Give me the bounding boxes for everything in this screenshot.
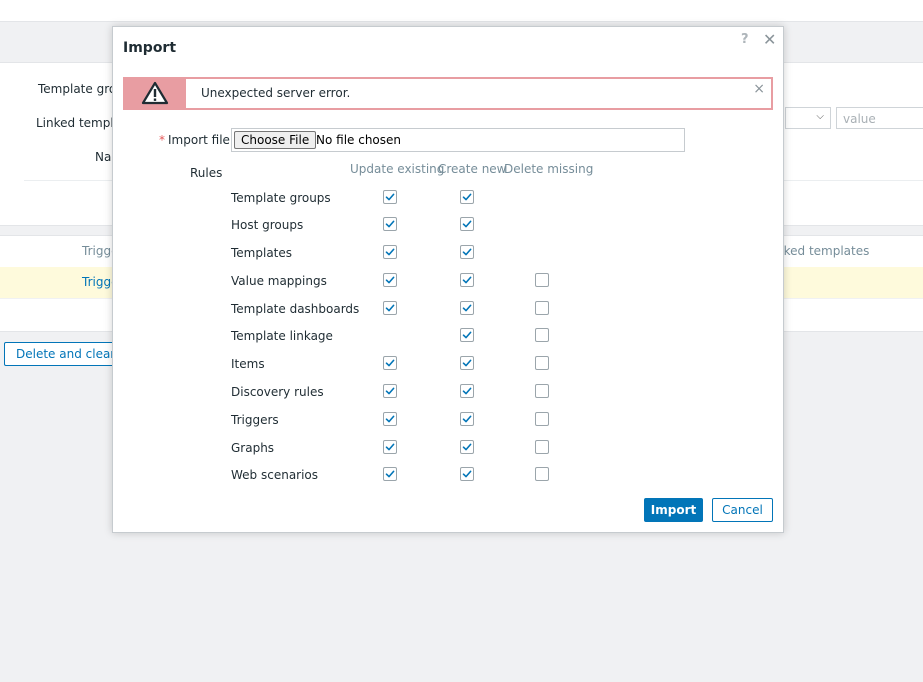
checkbox-update[interactable] xyxy=(383,440,397,454)
column-header-linked-templates: nked templates xyxy=(776,244,870,258)
checkbox-delete[interactable] xyxy=(535,301,549,315)
checkbox-delete[interactable] xyxy=(535,273,549,287)
checkbox-delete[interactable] xyxy=(535,356,549,370)
rule-name: Template groups xyxy=(231,191,331,205)
rule-name: Web scenarios xyxy=(231,468,319,482)
import-file-label-text: Import file xyxy=(168,133,230,147)
checkbox-create[interactable] xyxy=(460,217,474,231)
cancel-button[interactable]: Cancel xyxy=(712,498,773,522)
delete-and-clear-button[interactable]: Delete and clear xyxy=(4,342,128,366)
checkbox-delete[interactable] xyxy=(535,412,549,426)
filter-label-template-groups: Template grou xyxy=(38,82,124,96)
rule-name: Discovery rules xyxy=(231,385,324,399)
file-status-text: No file chosen xyxy=(316,133,402,147)
checkbox-update[interactable] xyxy=(383,245,397,259)
rule-name: Templates xyxy=(231,246,293,260)
tag-value-input[interactable]: value xyxy=(836,107,923,129)
rule-name: Template linkage xyxy=(231,329,333,343)
rule-name: Triggers xyxy=(231,413,279,427)
checkbox-delete[interactable] xyxy=(535,328,549,342)
checkbox-delete[interactable] xyxy=(535,467,549,481)
checkbox-create[interactable] xyxy=(460,245,474,259)
checkbox-update[interactable] xyxy=(383,301,397,315)
checkbox-create[interactable] xyxy=(460,356,474,370)
checkbox-create[interactable] xyxy=(460,384,474,398)
tag-operator-select[interactable]: ⌵ xyxy=(785,107,831,129)
column-header-update-existing: Update existing xyxy=(350,162,445,176)
column-header-create-new: Create new xyxy=(438,162,507,176)
rule-name: Items xyxy=(231,357,265,371)
rule-name: Value mappings xyxy=(231,274,327,288)
import-file-label: * Import file xyxy=(159,133,230,147)
import-file-input[interactable]: Choose File No file chosen xyxy=(231,128,685,152)
dialog-title: Import xyxy=(123,40,177,56)
choose-file-button[interactable]: Choose File xyxy=(234,131,317,149)
checkbox-update[interactable] xyxy=(383,190,397,204)
close-icon[interactable]: × xyxy=(753,81,765,97)
checkbox-create[interactable] xyxy=(460,467,474,481)
checkbox-create[interactable] xyxy=(460,440,474,454)
error-message-box: Unexpected server error. × xyxy=(123,77,773,110)
checkbox-delete[interactable] xyxy=(535,384,549,398)
required-mark: * xyxy=(159,133,165,147)
help-icon[interactable]: ? xyxy=(741,32,749,47)
checkbox-create[interactable] xyxy=(460,273,474,287)
chevron-down-icon: ⌵ xyxy=(816,111,824,122)
rule-name: Graphs xyxy=(231,441,275,455)
import-dialog: Import ? ✕ Unexpected server error. × * I… xyxy=(112,26,784,533)
import-button[interactable]: Import xyxy=(644,498,703,522)
checkbox-update[interactable] xyxy=(383,273,397,287)
checkbox-update[interactable] xyxy=(383,217,397,231)
checkbox-update[interactable] xyxy=(383,467,397,481)
column-header-delete-missing: Delete missing xyxy=(504,162,594,176)
checkbox-create[interactable] xyxy=(460,328,474,342)
checkbox-create[interactable] xyxy=(460,301,474,315)
checkbox-update[interactable] xyxy=(383,356,397,370)
checkbox-create[interactable] xyxy=(460,412,474,426)
top-bar xyxy=(0,0,923,22)
rule-name: Host groups xyxy=(231,218,304,232)
close-icon[interactable]: ✕ xyxy=(763,30,776,49)
rule-name: Template dashboards xyxy=(231,302,360,316)
checkbox-create[interactable] xyxy=(460,190,474,204)
rules-label: Rules xyxy=(190,166,223,180)
checkbox-delete[interactable] xyxy=(535,440,549,454)
error-message-text: Unexpected server error. xyxy=(201,86,351,100)
warning-icon xyxy=(125,79,186,108)
checkbox-update[interactable] xyxy=(383,412,397,426)
checkbox-update[interactable] xyxy=(383,384,397,398)
